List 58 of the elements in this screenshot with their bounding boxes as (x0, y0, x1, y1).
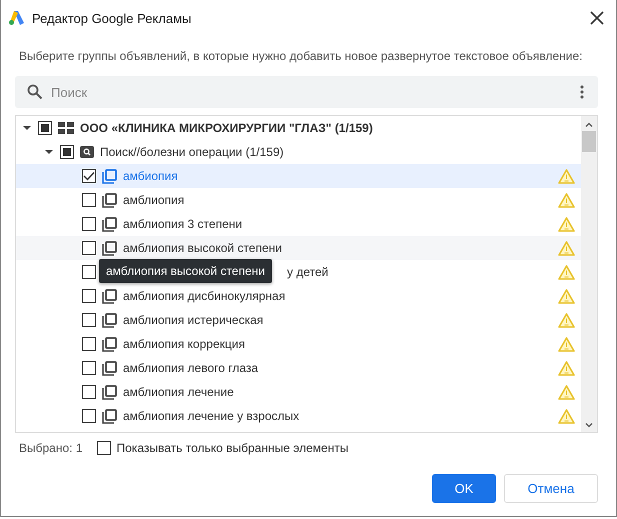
tree-item-label[interactable]: амблиопия левого глаза (123, 361, 258, 375)
checkbox[interactable] (82, 265, 96, 279)
tree-item-label[interactable]: амблиопия 3 степени (123, 217, 242, 231)
close-icon[interactable] (590, 11, 604, 25)
collapse-icon[interactable] (23, 124, 31, 132)
checkbox[interactable] (82, 169, 96, 183)
tree-item-label[interactable]: ООО «КЛИНИКА МИКРОХИРУРГИИ "ГЛАЗ" (1/159) (80, 121, 373, 135)
ad-group-icon (102, 312, 117, 328)
checkbox-label: Показывать только выбранные элементы (116, 441, 348, 455)
checkbox[interactable] (60, 145, 74, 159)
grid-icon (58, 122, 74, 134)
check-icon (83, 171, 95, 181)
checkbox[interactable] (82, 289, 96, 303)
ad-group-icon (102, 192, 117, 208)
tree-item-label[interactable]: амблиопия лечение (123, 385, 234, 399)
cancel-button[interactable]: Отмена (504, 474, 598, 503)
checkbox[interactable] (82, 193, 96, 207)
ad-group-icon (102, 384, 117, 400)
instruction-text: Выберите группы объявлений, в которые нужно добавить новое развернутое текстовое объявление: (18, 48, 584, 65)
search-field[interactable]: Поиск (15, 76, 598, 108)
scroll-thumb[interactable] (582, 131, 596, 152)
tree-item-label[interactable]: Поиск//болезни операции (1/159) (100, 145, 284, 159)
ad-group-icon (102, 408, 117, 424)
ad-group-icon (102, 360, 117, 376)
search-campaign-icon (80, 146, 94, 158)
scroll-up-icon (585, 122, 593, 127)
tree-item-label[interactable]: амблиопия истерическая (123, 313, 264, 327)
checkbox[interactable] (82, 361, 96, 375)
tooltip: амблиопия высокой степени (99, 259, 272, 283)
ok-button[interactable]: OK (432, 474, 496, 503)
ad-group-icon (102, 240, 117, 256)
collapse-icon[interactable] (45, 148, 53, 156)
more-options-icon[interactable] (580, 85, 584, 99)
checkbox[interactable] (38, 121, 52, 135)
ad-group-icon (102, 216, 117, 232)
tree-item-label[interactable]: амбиопия (123, 169, 178, 183)
window-title: Редактор Google Рекламы (32, 10, 192, 26)
selected-count: Выбрано: 1 (19, 441, 82, 455)
tree-item-label[interactable]: у детей (287, 265, 328, 279)
checkbox[interactable] (82, 241, 96, 255)
ad-group-icon (102, 336, 117, 352)
checkbox[interactable] (82, 337, 96, 351)
scrollbar[interactable] (581, 116, 597, 432)
checkbox[interactable] (82, 313, 96, 327)
checkbox[interactable] (96, 441, 110, 455)
tree-item-label[interactable]: амблиопия высокой степени (123, 241, 282, 255)
scroll-down-icon (585, 423, 593, 428)
ad-group-icon (102, 168, 117, 184)
search-icon (27, 84, 43, 100)
tree-item-label[interactable]: амблиопия дисбинокулярная (123, 289, 286, 303)
ads-logo-icon (8, 10, 26, 26)
tree-item-label[interactable]: амблиопия лечение у взрослых (123, 409, 300, 423)
ad-group-icon (102, 288, 117, 304)
tree-item-label[interactable]: амблиопия (123, 193, 184, 207)
checkbox[interactable] (82, 385, 96, 399)
checkbox[interactable] (82, 409, 96, 423)
tree-item-label[interactable]: амблиопия коррекция (123, 337, 245, 351)
checkbox[interactable] (82, 217, 96, 231)
